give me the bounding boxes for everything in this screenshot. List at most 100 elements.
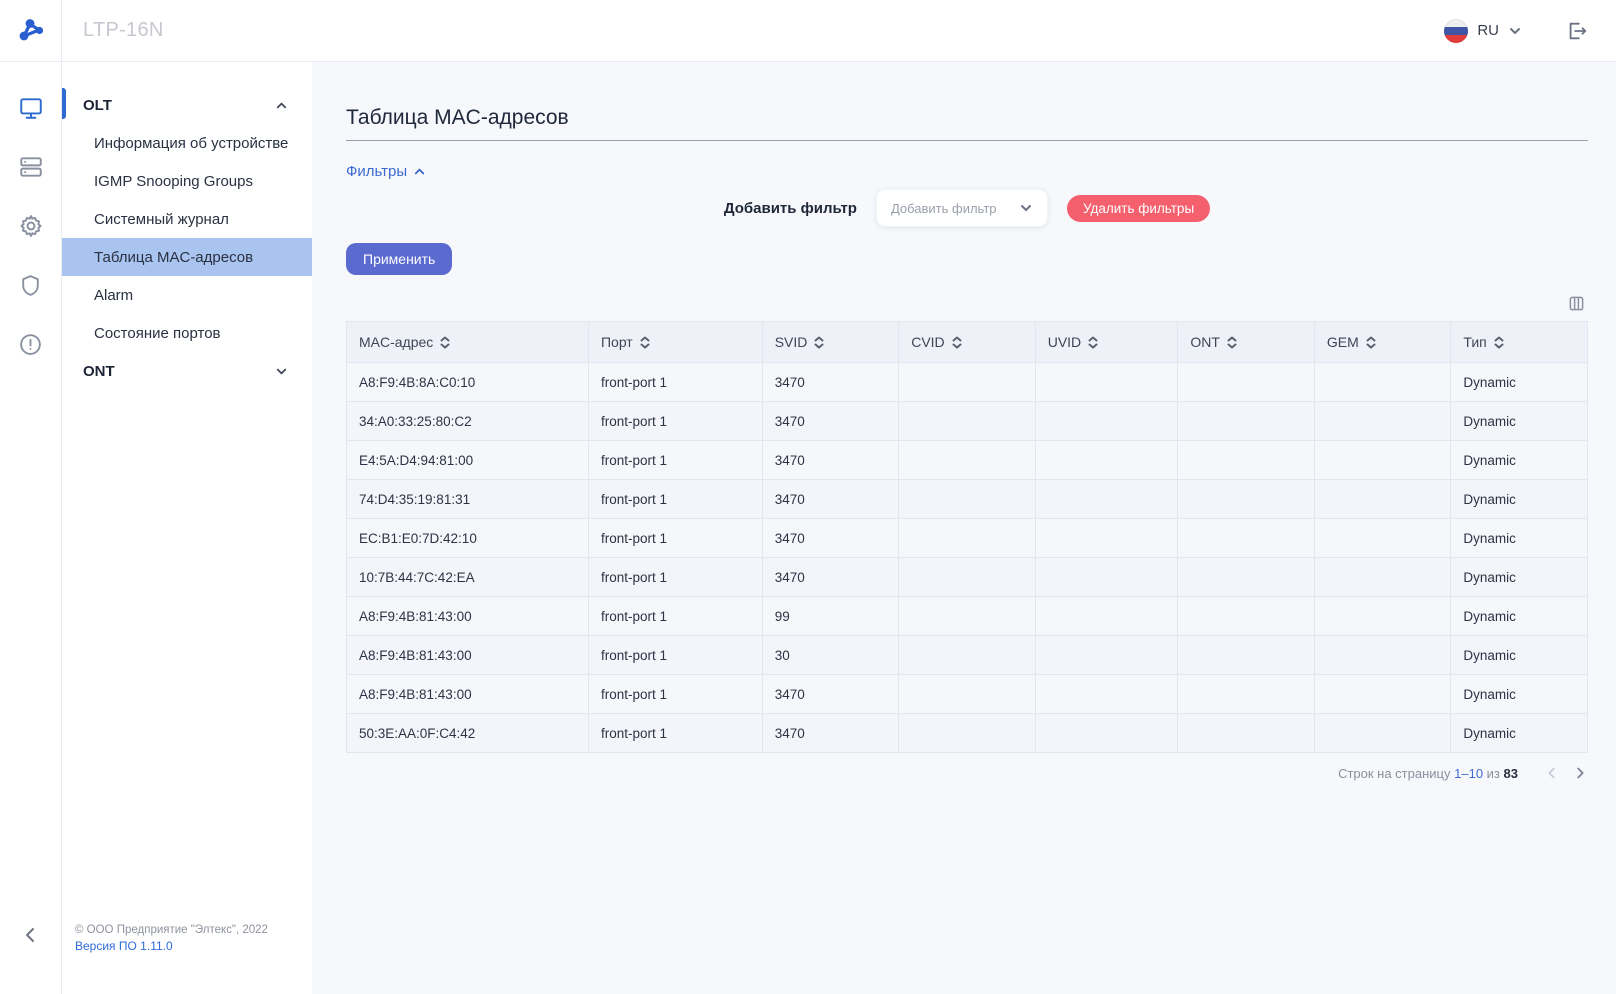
- cell-ont: [1177, 674, 1315, 714]
- cell-uvid: [1034, 440, 1179, 480]
- firmware-version-link[interactable]: Версия ПО 1.11.0: [75, 939, 173, 953]
- chevron-up-icon: [415, 168, 425, 175]
- cell-svid: 3470: [761, 713, 900, 753]
- chevron-down-icon: [276, 368, 287, 374]
- filters-toggle-label: Фильтры: [346, 163, 408, 180]
- logout-icon[interactable]: [1566, 20, 1588, 42]
- cell-ont: [1177, 596, 1315, 636]
- server-icon: [19, 157, 42, 177]
- sort-icon[interactable]: [1088, 336, 1098, 349]
- language-selector[interactable]: RU: [1444, 18, 1522, 43]
- cell-uvid: [1034, 479, 1179, 519]
- cell-gem: [1313, 674, 1452, 714]
- copyright-text: © ООО Предприятие "Элтекс", 2022: [75, 923, 268, 936]
- app-logo[interactable]: [0, 0, 62, 61]
- cell-svid: 3470: [761, 518, 900, 558]
- app-window: LTP-16N RU OLT Информация об устройстве …: [0, 0, 1616, 994]
- sort-icon[interactable]: [814, 336, 824, 349]
- column-header-mac-адрес[interactable]: MAC-адрес: [346, 321, 589, 363]
- sidebar-item-состояние-портов[interactable]: Состояние портов: [62, 314, 312, 352]
- rail-item-devices[interactable]: [0, 147, 62, 187]
- next-page-button[interactable]: [1572, 765, 1588, 781]
- table-tools: [346, 291, 1588, 315]
- sort-icon[interactable]: [1494, 336, 1504, 349]
- cell-gem: [1313, 557, 1452, 597]
- title-divider: [346, 140, 1588, 141]
- sort-icon[interactable]: [1227, 336, 1237, 349]
- cell-gem: [1313, 713, 1452, 753]
- table-row: A8:F9:4B:81:43:00 front-port 1 99 Dynamic: [346, 596, 1588, 636]
- cell-ont: [1177, 362, 1315, 402]
- cell-cvid: [898, 713, 1036, 753]
- cell-mac-адрес: E4:5A:D4:94:81:00: [346, 440, 589, 480]
- cell-cvid: [898, 479, 1036, 519]
- sidebar-item-igmp-snooping-groups[interactable]: IGMP Snooping Groups: [62, 162, 312, 200]
- language-code: RU: [1477, 22, 1499, 39]
- filters-toggle[interactable]: Фильтры: [346, 163, 426, 180]
- column-header-тип[interactable]: Тип: [1450, 321, 1588, 363]
- cell-mac-адрес: A8:F9:4B:81:43:00: [346, 596, 589, 636]
- cell-ont: [1177, 635, 1315, 675]
- rail-item-security[interactable]: [0, 265, 62, 305]
- cell-порт: front-port 1: [587, 479, 763, 519]
- apply-button[interactable]: Применить: [346, 243, 453, 275]
- cell-uvid: [1034, 596, 1179, 636]
- cell-uvid: [1034, 557, 1179, 597]
- table-row: 50:3E:AA:0F:C4:42 front-port 1 3470 Dynamic: [346, 713, 1588, 753]
- cell-тип: Dynamic: [1450, 713, 1588, 753]
- column-header-gem[interactable]: GEM: [1313, 321, 1452, 363]
- cell-cvid: [898, 596, 1036, 636]
- clear-filters-button[interactable]: Удалить фильтры: [1066, 194, 1211, 222]
- cell-mac-адрес: A8:F9:4B:8A:C0:10: [346, 362, 589, 402]
- sort-icon[interactable]: [640, 336, 650, 349]
- sidebar-group-label: OLT: [83, 96, 112, 114]
- sidebar-group-olt[interactable]: OLT: [62, 86, 312, 124]
- prev-page-button[interactable]: [1544, 765, 1560, 781]
- rail-item-monitoring[interactable]: [0, 88, 62, 128]
- column-header-ont[interactable]: ONT: [1177, 321, 1315, 363]
- sidebar-group-ont[interactable]: ONT: [62, 352, 312, 390]
- alert-circle-icon: [20, 333, 41, 355]
- cell-порт: front-port 1: [587, 440, 763, 480]
- table-row: A8:F9:4B:8A:C0:10 front-port 1 3470 Dynamic: [346, 362, 1588, 402]
- cell-ont: [1177, 557, 1315, 597]
- sort-icon[interactable]: [440, 336, 450, 349]
- cell-cvid: [898, 635, 1036, 675]
- rows-per-page-label: Строк на страницу: [1338, 765, 1451, 781]
- cell-gem: [1313, 362, 1452, 402]
- sidebar-item-таблица-mac-адресов[interactable]: Таблица MAC-адресов: [62, 238, 312, 276]
- column-header-порт[interactable]: Порт: [587, 321, 763, 363]
- sort-icon[interactable]: [1366, 336, 1376, 349]
- sidebar-collapse-button[interactable]: [0, 926, 62, 944]
- top-bar: LTP-16N RU: [0, 0, 1616, 62]
- add-filter-label: Добавить фильтр: [723, 199, 857, 217]
- device-title: LTP-16N: [83, 19, 164, 41]
- column-header-label: SVID: [774, 334, 808, 350]
- chevron-left-icon: [1548, 767, 1555, 779]
- cell-gem: [1313, 440, 1452, 480]
- chevron-up-icon: [276, 102, 287, 108]
- rail-item-settings[interactable]: [0, 206, 62, 246]
- monitor-icon: [19, 98, 42, 119]
- column-header-label: MAC-адрес: [359, 334, 434, 350]
- table-row: EC:B1:E0:7D:42:10 front-port 1 3470 Dynamic: [346, 518, 1588, 558]
- column-header-label: Порт: [600, 334, 633, 350]
- column-header-cvid[interactable]: CVID: [898, 321, 1036, 363]
- cell-cvid: [898, 401, 1036, 441]
- sidebar-item-информация-об-устройстве[interactable]: Информация об устройстве: [62, 124, 312, 162]
- chevron-left-icon: [26, 928, 34, 942]
- cell-тип: Dynamic: [1450, 440, 1588, 480]
- table-row: E4:5A:D4:94:81:00 front-port 1 3470 Dynamic: [346, 440, 1588, 480]
- column-header-label: GEM: [1326, 334, 1359, 350]
- filter-row: Добавить фильтр Добавить фильтр Удалить …: [346, 189, 1588, 227]
- sidebar-item-системный-журнал[interactable]: Системный журнал: [62, 200, 312, 238]
- column-header-uvid[interactable]: UVID: [1034, 321, 1179, 363]
- column-settings-button[interactable]: [1564, 291, 1588, 315]
- column-header-svid[interactable]: SVID: [761, 321, 900, 363]
- cell-uvid: [1034, 401, 1179, 441]
- cell-mac-адрес: EC:B1:E0:7D:42:10: [346, 518, 589, 558]
- sort-icon[interactable]: [952, 336, 962, 349]
- add-filter-select[interactable]: Добавить фильтр: [875, 189, 1048, 227]
- rail-item-alarms[interactable]: [0, 324, 62, 364]
- sidebar-item-alarm[interactable]: Alarm: [62, 276, 312, 314]
